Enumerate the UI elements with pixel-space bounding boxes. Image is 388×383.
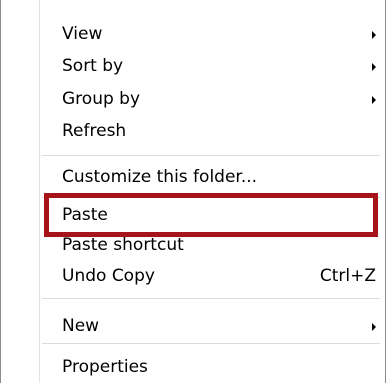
- context-menu: View Sort by Group by Refresh Customize …: [0, 0, 386, 383]
- menu-item-label: Properties: [62, 357, 148, 377]
- menu-item-label: Sort by: [62, 56, 124, 76]
- menu-item-label: Group by: [62, 89, 141, 109]
- menu-item-customize-folder[interactable]: Customize this folder...: [40, 161, 380, 193]
- menu-item-label: Refresh: [62, 121, 127, 141]
- menu-item-refresh[interactable]: Refresh: [40, 115, 380, 147]
- menu-item-label: View: [62, 24, 103, 44]
- menu-item-label: Customize this folder...: [62, 167, 258, 187]
- menu-item-group-by[interactable]: Group by: [40, 83, 380, 115]
- menu-separator: [42, 298, 380, 300]
- menu-separator: [42, 343, 380, 345]
- menu-item-shortcut: Ctrl+Z: [319, 266, 376, 286]
- submenu-arrow-icon: [370, 50, 380, 82]
- menu-separator: [42, 155, 380, 157]
- submenu-arrow-icon: [370, 18, 380, 50]
- submenu-arrow-icon: [370, 83, 380, 115]
- highlight-box: [44, 193, 378, 237]
- menu-item-undo-copy[interactable]: Undo Copy Ctrl+Z: [40, 260, 380, 292]
- menu-item-label: New: [62, 316, 100, 336]
- menu-item-label: Undo Copy: [62, 266, 155, 286]
- menu-item-sort-by[interactable]: Sort by: [40, 50, 380, 82]
- submenu-arrow-icon: [370, 310, 380, 342]
- menu-item-view[interactable]: View: [40, 18, 380, 50]
- menu-item-new[interactable]: New: [40, 310, 380, 342]
- menu-item-properties[interactable]: Properties: [40, 351, 380, 383]
